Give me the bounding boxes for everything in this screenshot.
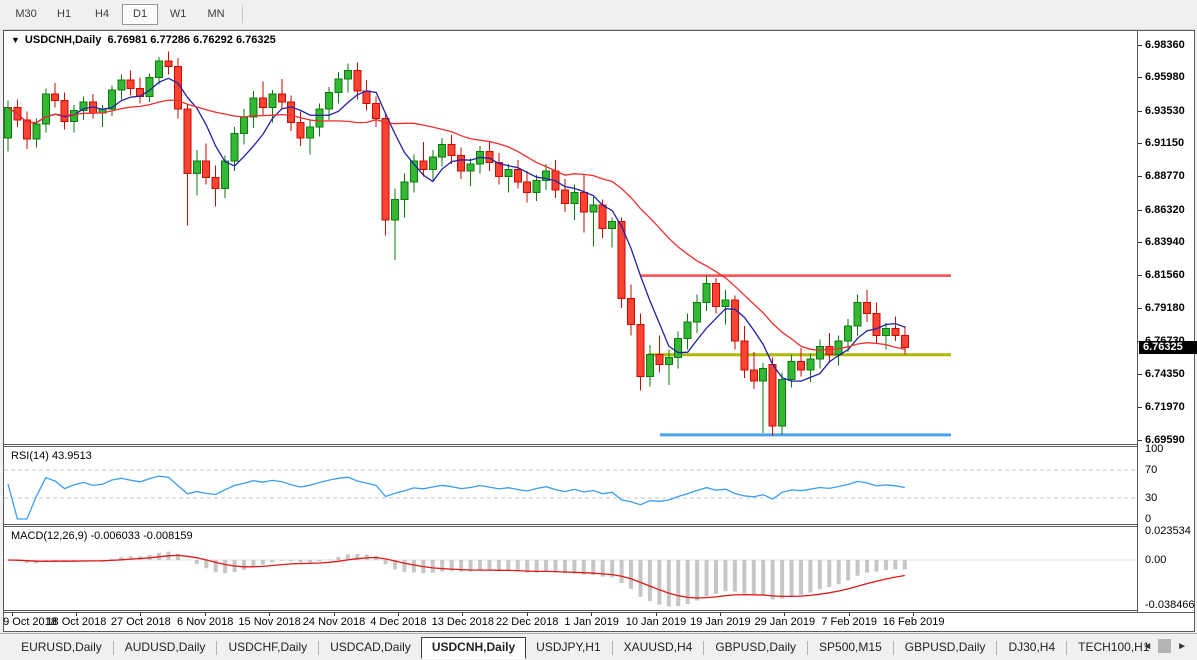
price-axis-label: 6.88770 bbox=[1145, 170, 1185, 182]
tab-separator bbox=[611, 641, 613, 656]
timeframe-button-d1[interactable]: D1 bbox=[122, 4, 159, 25]
tab-scroll-right-button[interactable]: ► bbox=[1171, 640, 1193, 653]
chart-symbol: USDCNH,Daily bbox=[24, 34, 102, 46]
price-axis-tick bbox=[1138, 374, 1142, 375]
date-axis-label: 1 Jan 2019 bbox=[564, 616, 619, 628]
mt4-window: { "toolbar": { "timeframes": [ {"label":… bbox=[0, 0, 1197, 660]
date-axis-label: 10 Jan 2019 bbox=[625, 616, 687, 628]
chart-tabbar: EURUSD,Daily AUDUSD,Daily USDCHF,Daily USDC… bbox=[0, 633, 1197, 660]
tab-separator bbox=[318, 641, 320, 656]
tab-separator bbox=[892, 641, 894, 656]
price-axis-label: 6.95980 bbox=[1145, 71, 1185, 83]
date-axis-label: 29 Jan 2019 bbox=[754, 616, 816, 628]
timeframe-button-w1[interactable]: W1 bbox=[160, 4, 196, 25]
date-axis-label: 4 Dec 2018 bbox=[370, 616, 427, 628]
tab-gbpusd-daily[interactable]: GBPUSD,Daily bbox=[705, 638, 806, 657]
price-axis-label: 6.81560 bbox=[1145, 269, 1185, 281]
tab-separator bbox=[703, 641, 705, 656]
tab-separator bbox=[216, 641, 218, 656]
ohlc-low: 6.76292 bbox=[193, 34, 233, 46]
price-axis-tick bbox=[1138, 210, 1142, 211]
ohlc-close: 6.76325 bbox=[235, 34, 276, 46]
price-axis-label: 6.83940 bbox=[1145, 236, 1185, 248]
candlestick-chart[interactable] bbox=[4, 31, 1137, 444]
rsi-pane[interactable]: RSI(14) 43.9513 bbox=[4, 447, 1137, 524]
price-axis-label: 6.93530 bbox=[1145, 105, 1185, 117]
timeframe-toolbar: M30 H1 H4 D1 W1 MN bbox=[0, 0, 1197, 30]
price-axis[interactable]: 6.76325 6.98360 6.95980 6.93530 6.91150 6.88… bbox=[1137, 31, 1197, 612]
ohlc-high: 6.77286 bbox=[150, 34, 191, 46]
rsi-scale-label: 0 bbox=[1145, 513, 1152, 525]
price-axis-label: 6.98360 bbox=[1145, 39, 1185, 51]
price-axis-label: 6.86320 bbox=[1145, 204, 1185, 216]
timeframe-button-h4[interactable]: H4 bbox=[84, 4, 120, 25]
pane-separator[interactable] bbox=[4, 524, 1194, 525]
pane-separator bbox=[4, 610, 1194, 611]
tab-separator bbox=[112, 641, 114, 656]
tab-sp500-m15[interactable]: SP500,M15 bbox=[809, 638, 892, 657]
date-axis-label: 16 Feb 2019 bbox=[882, 616, 945, 628]
pane-separator[interactable] bbox=[4, 444, 1194, 445]
price-axis-label: 6.79180 bbox=[1145, 302, 1185, 314]
price-axis-tick bbox=[1138, 143, 1142, 144]
chart-title: ▼ USDCNH,Daily 6.76981 6.77286 6.76292 6.… bbox=[11, 34, 276, 46]
rsi-scale-label: 100 bbox=[1145, 443, 1164, 455]
main-chart-pane[interactable]: ▼ USDCNH,Daily 6.76981 6.77286 6.76292 6.… bbox=[4, 31, 1137, 444]
rsi-scale-label: 70 bbox=[1145, 464, 1158, 476]
tab-separator bbox=[1066, 641, 1068, 656]
tab-scroll-left-button[interactable]: ◄ bbox=[1136, 640, 1158, 653]
rsi-scale-label: 30 bbox=[1145, 492, 1158, 504]
date-axis-label: 15 Nov 2018 bbox=[238, 616, 301, 628]
tab-usdcad-daily[interactable]: USDCAD,Daily bbox=[320, 638, 421, 657]
rsi-chart[interactable] bbox=[4, 447, 1137, 524]
price-axis-tick bbox=[1138, 45, 1142, 46]
price-axis-label: 6.91150 bbox=[1145, 137, 1185, 149]
price-axis-tick bbox=[1138, 77, 1142, 78]
date-axis-label: 13 Dec 2018 bbox=[431, 616, 494, 628]
price-axis-tick bbox=[1138, 440, 1142, 441]
price-axis-tick bbox=[1138, 308, 1142, 309]
timeframe-button-mn[interactable]: MN bbox=[198, 4, 234, 25]
macd-scale-label: 0.00 bbox=[1145, 554, 1167, 566]
macd-scale-label: -0.038466 bbox=[1145, 599, 1195, 611]
price-axis-tick bbox=[1138, 176, 1142, 177]
rsi-label: RSI(14) 43.9513 bbox=[11, 450, 92, 462]
date-axis-label: 27 Oct 2018 bbox=[110, 616, 171, 628]
tab-usdjpy-h1[interactable]: USDJPY,H1 bbox=[526, 638, 610, 657]
price-axis-tick bbox=[1138, 275, 1142, 276]
price-axis-label: 6.71970 bbox=[1145, 401, 1185, 413]
price-axis-tick bbox=[1138, 407, 1142, 408]
tab-scroll-buttons: ◄ ► bbox=[1136, 639, 1193, 653]
tab-eurusd-daily[interactable]: EURUSD,Daily bbox=[11, 638, 112, 657]
date-axis-label: 22 Dec 2018 bbox=[495, 616, 559, 628]
ohlc-open: 6.76981 bbox=[107, 34, 148, 46]
tab-usdchf-daily[interactable]: USDCHF,Daily bbox=[218, 638, 317, 657]
date-axis-label: 19 Jan 2019 bbox=[690, 616, 751, 628]
date-axis[interactable]: 9 Oct 2018 18 Oct 2018 27 Oct 2018 6 Nov 20… bbox=[3, 612, 1194, 631]
timeframe-button-h1[interactable]: H1 bbox=[46, 4, 82, 25]
macd-label: MACD(12,26,9) -0.006033 -0.008159 bbox=[11, 530, 193, 542]
tab-separator bbox=[807, 641, 809, 656]
macd-scale-label: 0.023534 bbox=[1145, 525, 1191, 537]
current-price-box: 6.76325 bbox=[1139, 341, 1197, 354]
tab-audusd-daily[interactable]: AUDUSD,Daily bbox=[115, 638, 216, 657]
date-axis-label: 6 Nov 2018 bbox=[177, 616, 234, 628]
tab-separator bbox=[996, 641, 998, 656]
price-axis-label: 6.74350 bbox=[1145, 368, 1185, 380]
date-axis-label: 7 Feb 2019 bbox=[821, 616, 878, 628]
tab-usdcnh-daily[interactable]: USDCNH,Daily bbox=[420, 637, 527, 659]
price-axis-tick bbox=[1138, 111, 1142, 112]
macd-pane[interactable]: MACD(12,26,9) -0.006033 -0.008159 bbox=[4, 527, 1137, 610]
tab-xauusd-h4[interactable]: XAUUSD,H4 bbox=[614, 638, 703, 657]
toolbar-separator bbox=[242, 5, 244, 24]
chart-window: ▼ USDCNH,Daily 6.76981 6.77286 6.76292 6.… bbox=[3, 30, 1197, 632]
timeframe-button-m30[interactable]: M30 bbox=[8, 4, 44, 25]
tab-dj30-h4[interactable]: DJ30,H4 bbox=[998, 638, 1065, 657]
date-axis-label: 18 Oct 2018 bbox=[46, 616, 107, 628]
tab-gbpusd-daily[interactable]: GBPUSD,Daily bbox=[895, 638, 996, 657]
price-axis-tick bbox=[1138, 242, 1142, 243]
date-axis-label: 24 Nov 2018 bbox=[302, 616, 366, 628]
collapse-icon[interactable]: ▼ bbox=[11, 35, 20, 45]
